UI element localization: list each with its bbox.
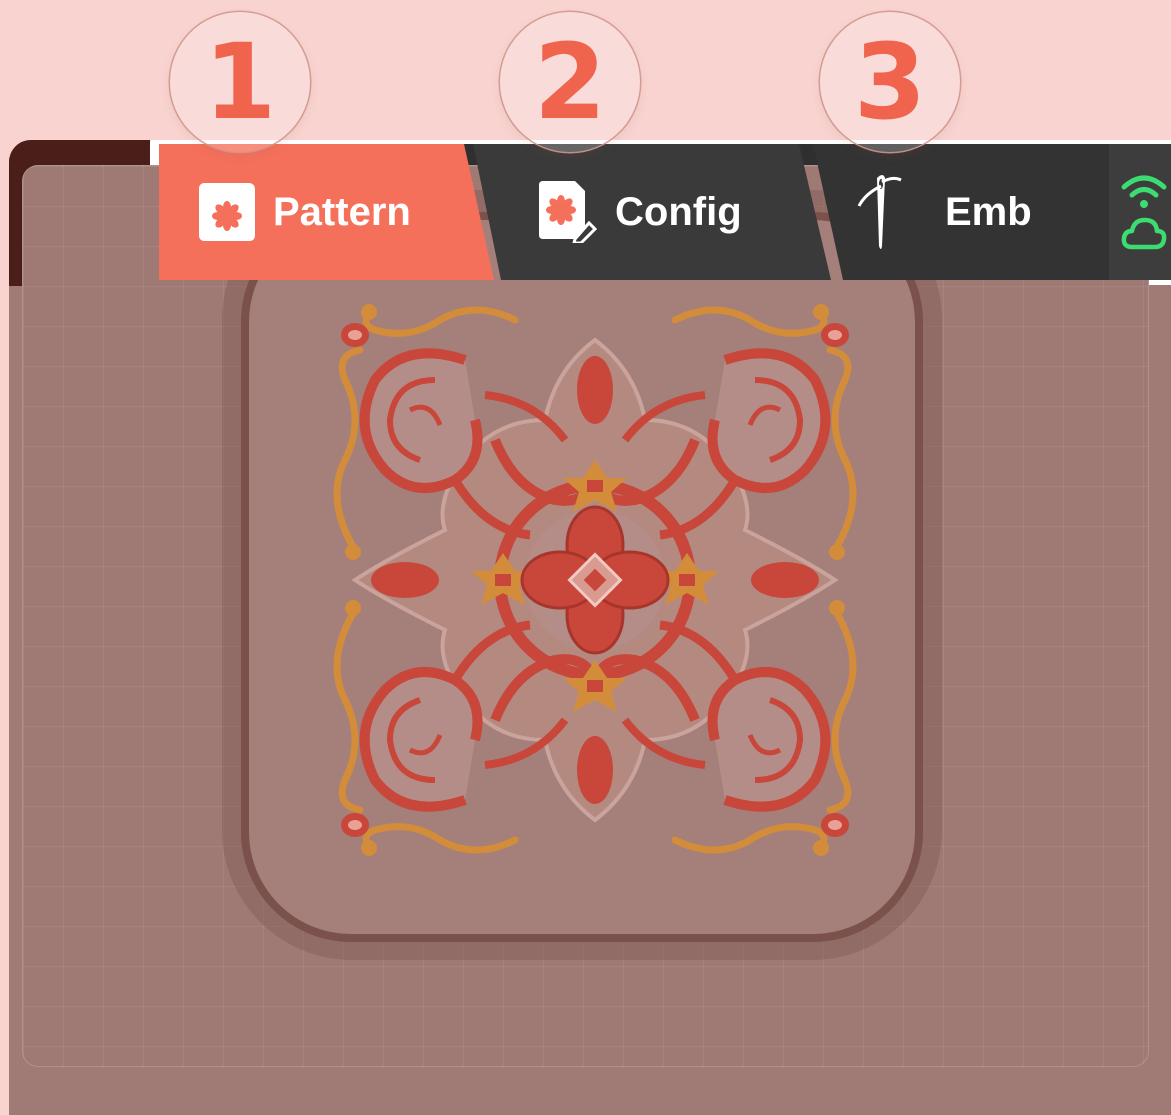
config-edit-icon (537, 181, 598, 245)
pattern-file-icon (199, 183, 255, 241)
needle-icon (855, 172, 905, 252)
connection-status[interactable] (1109, 144, 1171, 280)
wifi-icon (1121, 175, 1167, 208)
tab-pattern-label: Pattern (273, 189, 411, 234)
step-badge-1: 1 (170, 12, 310, 152)
app-screen: 1 2 3 Pattern Config Emb (0, 0, 1171, 1115)
embroidery-design[interactable] (315, 300, 875, 860)
tab-config-label: Config (615, 189, 742, 234)
tab-emb-label: Emb (945, 189, 1032, 234)
tab-config[interactable]: Config (473, 144, 831, 280)
tab-strip: Pattern Config Emb (159, 144, 1171, 280)
cloud-icon (1121, 217, 1167, 250)
tab-pattern[interactable]: Pattern (159, 144, 494, 280)
step-badge-2: 2 (500, 12, 640, 152)
step-badge-3: 3 (820, 12, 960, 152)
tab-bar: Pattern Config Emb (150, 140, 1171, 285)
tab-emb[interactable]: Emb (813, 144, 1119, 280)
